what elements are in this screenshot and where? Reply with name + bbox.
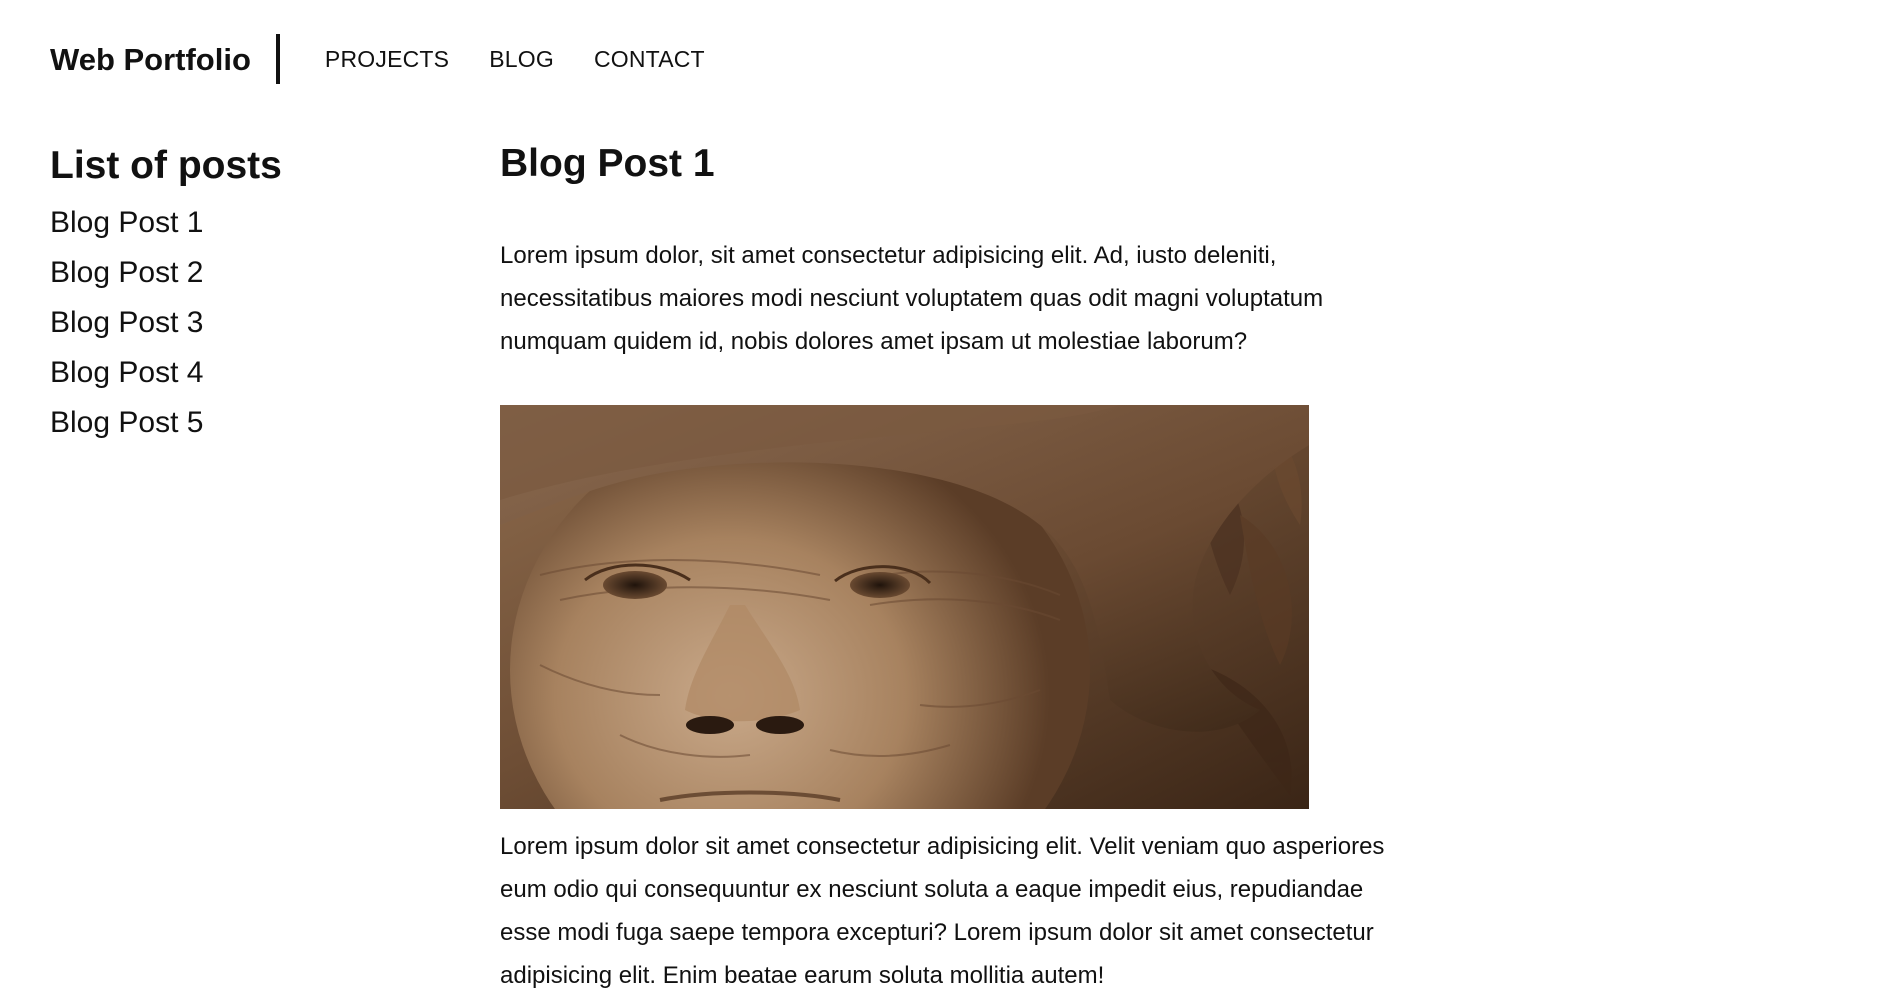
post-title: Blog Post 1 <box>500 142 715 185</box>
nav-link-contact[interactable]: CONTACT <box>594 46 705 73</box>
post-list: Blog Post 1 Blog Post 2 Blog Post 3 Blog… <box>50 198 400 448</box>
brand-logo[interactable]: Web Portfolio <box>50 44 276 75</box>
sidebar-title: List of posts <box>50 144 282 187</box>
post-paragraph-1: Lorem ipsum dolor, sit amet consectetur … <box>500 241 1324 355</box>
post-link-3[interactable]: Blog Post 3 <box>50 298 400 348</box>
nav-link-blog[interactable]: BLOG <box>489 46 554 73</box>
post-link-4[interactable]: Blog Post 4 <box>50 348 400 398</box>
post-paragraph-2: Lorem ipsum dolor sit amet consectetur a… <box>500 832 1385 989</box>
post-content: Blog Post 1 Lorem ipsum dolor, sit amet … <box>500 142 1400 997</box>
portrait-photo <box>500 404 1309 809</box>
post-link-2[interactable]: Blog Post 2 <box>50 248 400 298</box>
top-nav-bar: Web Portfolio PROJECTS BLOG CONTACT <box>50 34 705 84</box>
brand-divider <box>275 34 280 84</box>
post-link-1[interactable]: Blog Post 1 <box>50 198 400 248</box>
main-nav: PROJECTS BLOG CONTACT <box>325 46 705 73</box>
post-link-5[interactable]: Blog Post 5 <box>50 398 400 448</box>
nav-link-projects[interactable]: PROJECTS <box>325 46 449 73</box>
post-image <box>500 404 1309 809</box>
posts-sidebar: List of posts Blog Post 1 Blog Post 2 Bl… <box>50 144 400 448</box>
